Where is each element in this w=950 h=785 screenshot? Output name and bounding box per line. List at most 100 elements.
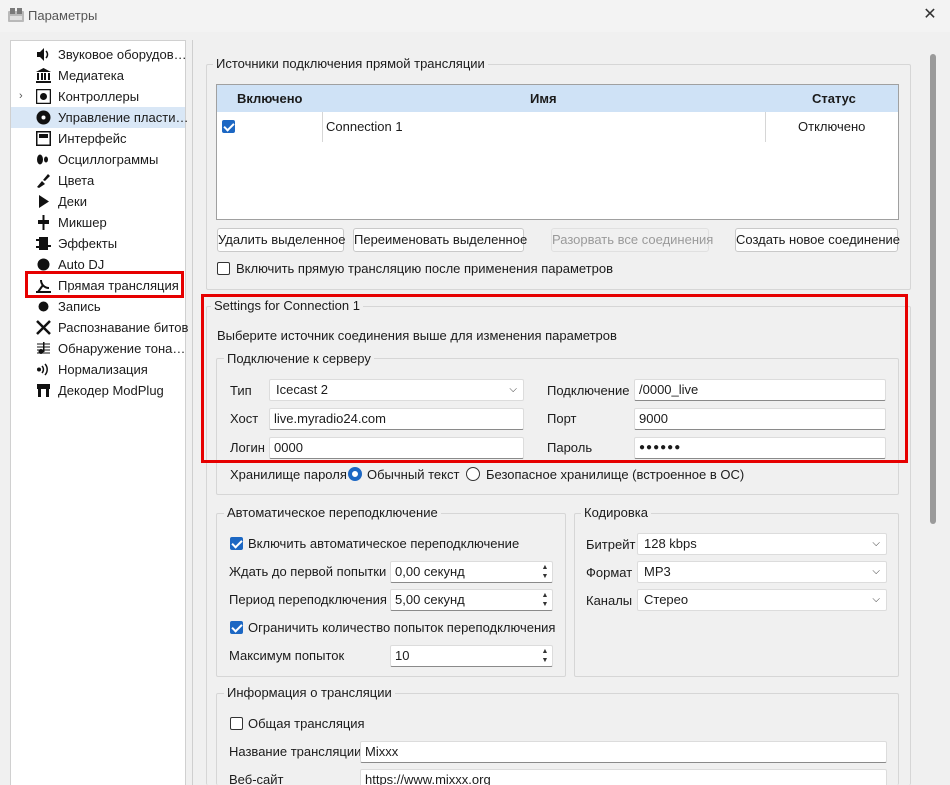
chevron-down-icon: ⌵	[872, 566, 880, 577]
sidebar-item-sound-hardware[interactable]: Звуковое оборудов…	[11, 44, 187, 65]
sidebar-item-label: Медиатека	[58, 68, 124, 83]
sidebar-item-label: Эффекты	[58, 236, 118, 251]
stream-name-label: Название трансляции	[229, 744, 362, 759]
bitrate-label: Битрейт	[586, 537, 636, 552]
spin-arrows-icon[interactable]: ▲ ▼	[540, 647, 550, 665]
enable-reconnect-label: Включить автоматическое переподключение	[248, 536, 520, 551]
sidebar-item-waveforms[interactable]: Осциллограммы	[11, 149, 185, 170]
key-icon	[37, 342, 50, 354]
enable-reconnect-checkbox[interactable]	[230, 537, 243, 550]
sources-group-title: Источники подключения прямой трансляции	[213, 56, 488, 71]
channels-label: Каналы	[586, 593, 633, 608]
spin-arrows-icon[interactable]: ▲ ▼	[540, 563, 550, 581]
sidebar-item-label: Микшер	[58, 215, 107, 230]
bitrate-value: 128 kbps	[644, 536, 697, 551]
sidebar-item-recording[interactable]: Запись	[11, 296, 185, 317]
sidebar-item-effects[interactable]: Эффекты	[11, 233, 185, 254]
create-connection-button[interactable]: Создать новое соединение	[735, 228, 900, 252]
limit-attempts-checkbox[interactable]	[230, 621, 243, 634]
sidebar-item-label: Звуковое оборудов…	[58, 47, 187, 62]
website-label: Веб-сайт	[229, 772, 284, 785]
column-enabled[interactable]: Включено	[237, 85, 303, 112]
sidebar-item-decks[interactable]: Деки	[11, 191, 185, 212]
storage-secure-radio[interactable]	[466, 467, 480, 481]
bitrate-select[interactable]: 128 kbps ⌵	[637, 533, 887, 555]
public-stream-checkbox[interactable]	[230, 717, 243, 730]
palette-icon	[37, 174, 50, 188]
normalize-icon	[37, 363, 48, 376]
interface-icon	[36, 131, 51, 146]
close-button[interactable]: ✕	[918, 4, 942, 26]
sidebar-item-label: Распознавание битов	[58, 320, 189, 335]
library-icon	[36, 68, 51, 83]
close-icon: ✕	[923, 6, 937, 23]
sidebar-item-label: Нормализация	[58, 362, 148, 377]
first-wait-spinbox[interactable]: 0,00 секунд ▲ ▼	[390, 561, 553, 583]
sidebar-item-label: Цвета	[58, 173, 95, 188]
column-separator	[322, 112, 323, 142]
vinyl-icon	[36, 110, 51, 125]
modplug-icon	[37, 384, 50, 397]
max-attempts-spinbox[interactable]: 10 ▲ ▼	[390, 645, 553, 667]
website-field[interactable]: https://www.mixxx.org	[360, 769, 887, 785]
period-label: Период переподключения	[229, 592, 387, 607]
title-bar: Параметры ✕	[0, 0, 950, 32]
max-attempts-value: 10	[395, 648, 410, 663]
spin-arrows-icon[interactable]: ▲ ▼	[540, 591, 550, 609]
storage-plain-label: Обычный текст	[367, 467, 460, 482]
sidebar: Звуковое оборудов… Медиатека › Контролле…	[10, 40, 189, 785]
delete-selected-button[interactable]: Удалить выделенное	[217, 228, 346, 252]
sidebar-item-library[interactable]: Медиатека	[11, 65, 185, 86]
column-status[interactable]: Статус	[812, 85, 856, 112]
speaker-icon	[37, 48, 49, 61]
connections-table[interactable]: Включено Имя Статус Connection 1 Отключе…	[216, 84, 899, 220]
sidebar-item-modplug[interactable]: Декодер ModPlug	[11, 380, 185, 401]
auto-reconnect-title: Автоматическое переподключение	[224, 505, 441, 520]
limit-attempts-label: Ограничить количество попыток переподклю…	[248, 620, 556, 635]
format-label: Формат	[586, 565, 633, 580]
sidebar-item-key-detection[interactable]: Обнаружение тона…	[11, 338, 185, 359]
controller-icon	[36, 89, 51, 104]
vertical-scrollbar[interactable]	[930, 54, 936, 524]
first-wait-value: 0,00 секунд	[395, 564, 465, 579]
effects-icon	[36, 237, 51, 250]
row-enabled-checkbox[interactable]	[222, 120, 235, 133]
storage-secure-label: Безопасное хранилище (встроенное в ОС)	[486, 467, 745, 482]
sidebar-item-label: Осциллограммы	[58, 152, 159, 167]
sidebar-item-label: Деки	[58, 194, 87, 209]
sidebar-item-beat-detection[interactable]: Распознавание битов	[11, 317, 189, 338]
first-wait-label: Ждать до первой попытки	[229, 564, 387, 579]
table-header: Включено Имя Статус	[217, 85, 898, 112]
storage-plain-radio[interactable]	[348, 467, 362, 481]
encoding-title: Кодировка	[581, 505, 651, 520]
stream-name-field[interactable]: Mixxx	[360, 741, 887, 763]
sidebar-item-label: Интерфейс	[58, 131, 127, 146]
public-stream-label: Общая трансляция	[248, 716, 365, 731]
format-select[interactable]: MP3 ⌵	[637, 561, 887, 583]
disconnect-all-button[interactable]: Разорвать все соединения	[551, 228, 713, 252]
password-storage-label: Хранилище пароля	[230, 467, 347, 482]
highlight-live-broadcasting	[25, 271, 184, 298]
sidebar-item-label: Контроллеры	[58, 89, 140, 104]
enable-live-after-apply-checkbox[interactable]	[217, 262, 230, 275]
stream-info-title: Информация о трансляции	[224, 685, 395, 700]
rename-selected-button[interactable]: Переименовать выделенное	[353, 228, 527, 252]
chevron-down-icon: ⌵	[872, 594, 880, 605]
highlight-connection-settings	[201, 294, 908, 463]
sidebar-item-label: Обнаружение тона…	[58, 341, 186, 356]
sidebar-item-interface[interactable]: Интерфейс	[11, 128, 185, 149]
autodj-icon	[37, 258, 50, 271]
chevron-right-icon[interactable]: ›	[19, 86, 23, 107]
channels-select[interactable]: Стерео ⌵	[637, 589, 887, 611]
play-icon	[39, 195, 49, 208]
sidebar-item-mixer[interactable]: Микшер	[11, 212, 185, 233]
mixer-icon	[38, 215, 49, 230]
app-icon	[8, 8, 24, 22]
sidebar-item-vinyl-control[interactable]: Управление пласти…	[11, 107, 188, 128]
period-spinbox[interactable]: 5,00 секунд ▲ ▼	[390, 589, 553, 611]
sidebar-item-normalization[interactable]: Нормализация	[11, 359, 185, 380]
sidebar-item-controllers[interactable]: › Контроллеры	[11, 86, 185, 107]
column-name[interactable]: Имя	[530, 85, 557, 112]
table-row[interactable]: Connection 1 Отключено	[217, 112, 898, 142]
sidebar-item-colors[interactable]: Цвета	[11, 170, 185, 191]
